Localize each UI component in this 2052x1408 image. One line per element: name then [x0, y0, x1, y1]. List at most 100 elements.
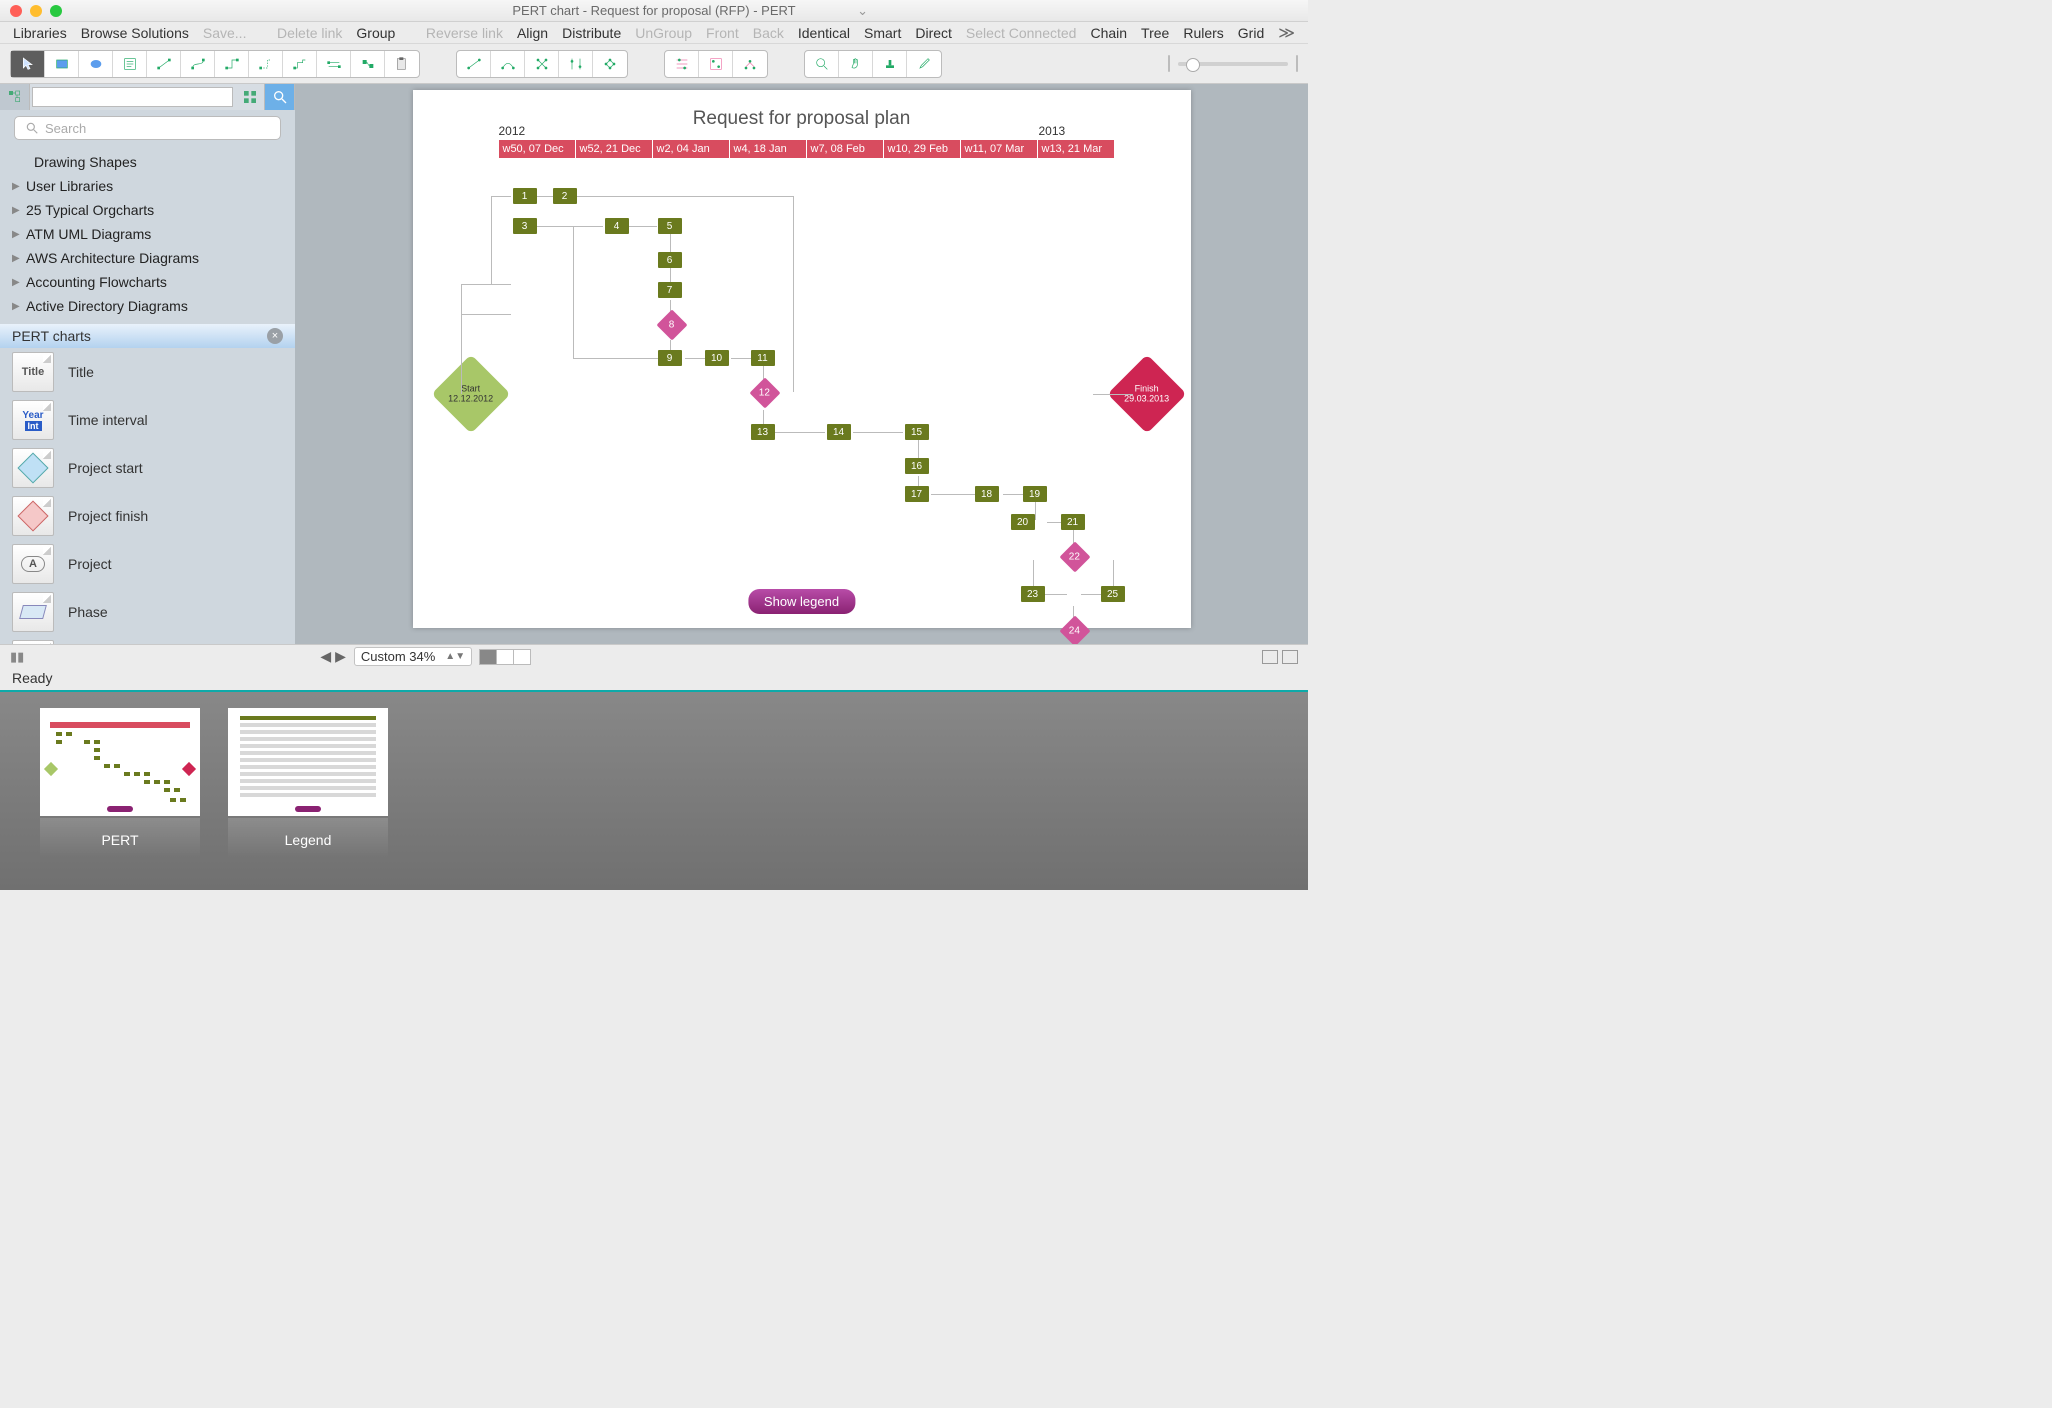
tree-item-user-libraries[interactable]: ▶User Libraries: [0, 174, 295, 198]
menu-rulers[interactable]: Rulers: [1183, 25, 1223, 41]
menu-reverse-link[interactable]: Reverse link: [426, 25, 503, 41]
next-page-button[interactable]: ▶: [335, 648, 346, 665]
task-node[interactable]: 16: [905, 458, 929, 474]
task-node[interactable]: 2: [553, 188, 577, 204]
pan-tool[interactable]: [839, 51, 873, 77]
connector-6[interactable]: [317, 51, 351, 77]
menu-tree[interactable]: Tree: [1141, 25, 1169, 41]
eyedropper-tool[interactable]: [907, 51, 941, 77]
arrange-3[interactable]: [525, 51, 559, 77]
shape-project-start[interactable]: Project start: [0, 444, 295, 492]
arrange-2[interactable]: [491, 51, 525, 77]
menu-direct[interactable]: Direct: [915, 25, 952, 41]
menu-save[interactable]: Save...: [203, 25, 247, 41]
text-tool[interactable]: [113, 51, 147, 77]
menu-ungroup[interactable]: UnGroup: [635, 25, 692, 41]
zoom-dropdown[interactable]: Custom 34% ▲▼: [354, 647, 472, 666]
menu-distribute[interactable]: Distribute: [562, 25, 621, 41]
connector-5[interactable]: [283, 51, 317, 77]
paste-tool[interactable]: [385, 51, 419, 77]
task-node[interactable]: 14: [827, 424, 851, 440]
zoom-out-button[interactable]: [1168, 55, 1170, 72]
layout-1[interactable]: [665, 51, 699, 77]
zoom-tool[interactable]: [805, 51, 839, 77]
task-node[interactable]: 5: [658, 218, 682, 234]
menu-front[interactable]: Front: [706, 25, 739, 41]
task-node[interactable]: 3: [513, 218, 537, 234]
milestone-node[interactable]: 24: [1059, 615, 1090, 644]
menu-group[interactable]: Group: [356, 25, 395, 41]
tree-item-orgcharts[interactable]: ▶25 Typical Orgcharts: [0, 198, 295, 222]
pointer-tool[interactable]: [11, 51, 45, 77]
shape-title[interactable]: TitleTitle: [0, 348, 295, 396]
layout-3[interactable]: [733, 51, 767, 77]
library-header[interactable]: PERT charts ×: [0, 324, 295, 348]
milestone-node[interactable]: 12: [749, 377, 780, 408]
close-window-button[interactable]: [10, 5, 22, 17]
task-node[interactable]: 7: [658, 282, 682, 298]
shape-project[interactable]: AProject: [0, 540, 295, 588]
task-node[interactable]: 1: [513, 188, 537, 204]
sidebar-tab-tree-icon[interactable]: [0, 84, 30, 110]
connector-1[interactable]: [147, 51, 181, 77]
layout-2[interactable]: [699, 51, 733, 77]
task-node[interactable]: 15: [905, 424, 929, 440]
menu-delete-link[interactable]: Delete link: [277, 25, 342, 41]
thumbnail-legend[interactable]: Legend: [228, 708, 388, 874]
task-node[interactable]: 25: [1101, 586, 1125, 602]
show-legend-button[interactable]: Show legend: [748, 589, 855, 614]
sidebar-tab-grid-icon[interactable]: [235, 84, 265, 110]
menu-overflow-icon[interactable]: ≫: [1278, 23, 1295, 43]
task-node[interactable]: 4: [605, 218, 629, 234]
connector-3[interactable]: [215, 51, 249, 77]
minimize-window-button[interactable]: [30, 5, 42, 17]
connector-7[interactable]: [351, 51, 385, 77]
task-node[interactable]: 18: [975, 486, 999, 502]
sidebar-filter-input[interactable]: [32, 87, 233, 107]
task-node[interactable]: 19: [1023, 486, 1047, 502]
task-node[interactable]: 23: [1021, 586, 1045, 602]
menu-browse-solutions[interactable]: Browse Solutions: [81, 25, 189, 41]
tree-item-atm-uml[interactable]: ▶ATM UML Diagrams: [0, 222, 295, 246]
presentation-mode-icon[interactable]: [1262, 650, 1278, 664]
menu-select-connected[interactable]: Select Connected: [966, 25, 1077, 41]
connector-2[interactable]: [181, 51, 215, 77]
sidebar-tab-search-icon[interactable]: [265, 84, 295, 110]
shape-phase[interactable]: Phase: [0, 588, 295, 636]
task-node[interactable]: 9: [658, 350, 682, 366]
view-mode-switch[interactable]: [480, 649, 531, 665]
milestone-node[interactable]: 22: [1059, 541, 1090, 572]
library-close-button[interactable]: ×: [267, 328, 283, 344]
menu-back[interactable]: Back: [753, 25, 784, 41]
arrange-5[interactable]: [593, 51, 627, 77]
menu-align[interactable]: Align: [517, 25, 548, 41]
shape-task[interactable]: 1Task: [0, 636, 295, 644]
zoom-slider[interactable]: [1178, 62, 1288, 66]
task-node[interactable]: 21: [1061, 514, 1085, 530]
tree-item-accounting[interactable]: ▶Accounting Flowcharts: [0, 270, 295, 294]
fit-page-icon[interactable]: [1282, 650, 1298, 664]
menu-smart[interactable]: Smart: [864, 25, 901, 41]
title-dropdown-icon[interactable]: ⌄: [857, 3, 868, 19]
task-node[interactable]: 20: [1011, 514, 1035, 530]
stamp-tool[interactable]: [873, 51, 907, 77]
task-node[interactable]: 10: [705, 350, 729, 366]
page[interactable]: Request for proposal plan 2012 2013 w50,…: [413, 90, 1191, 628]
shape-project-finish[interactable]: Project finish: [0, 492, 295, 540]
canvas[interactable]: Request for proposal plan 2012 2013 w50,…: [295, 84, 1308, 644]
arrange-1[interactable]: [457, 51, 491, 77]
search-input[interactable]: Search: [14, 116, 281, 140]
menu-identical[interactable]: Identical: [798, 25, 850, 41]
tree-item-aws[interactable]: ▶AWS Architecture Diagrams: [0, 246, 295, 270]
rect-tool[interactable]: [45, 51, 79, 77]
arrange-4[interactable]: [559, 51, 593, 77]
task-node[interactable]: 17: [905, 486, 929, 502]
shape-time-interval[interactable]: YearIntTime interval: [0, 396, 295, 444]
task-node[interactable]: 13: [751, 424, 775, 440]
milestone-node[interactable]: 8: [656, 309, 687, 340]
prev-page-button[interactable]: ◀: [320, 648, 331, 665]
sidebar-collapse-icon[interactable]: ▮▮: [10, 649, 24, 665]
window-controls[interactable]: [0, 5, 62, 17]
task-node[interactable]: 6: [658, 252, 682, 268]
tree-item-active-directory[interactable]: ▶Active Directory Diagrams: [0, 294, 295, 318]
